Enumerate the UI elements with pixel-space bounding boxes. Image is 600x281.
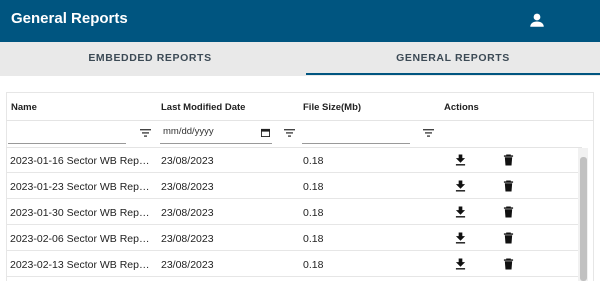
delete-icon[interactable] — [503, 154, 514, 166]
active-tab-indicator — [306, 73, 600, 75]
delete-icon[interactable] — [503, 258, 514, 270]
table-row[interactable]: 2023-02-06 Sector WB Report.xlsx 23/08/2… — [6, 225, 582, 251]
download-icon[interactable] — [455, 180, 466, 192]
table-row[interactable]: 2023-01-16 Sector WB Report.xlsx 23/08/2… — [6, 147, 582, 173]
modified-date-cell: 23/08/2023 — [161, 155, 214, 167]
column-header-name[interactable]: Name — [11, 102, 37, 113]
user-icon[interactable] — [528, 11, 546, 29]
tab-general-reports[interactable]: GENERAL REPORTS — [306, 42, 600, 76]
reports-table: Name Last Modified Date File Size(Mb) Ac… — [6, 92, 594, 281]
name-filter-input[interactable] — [8, 120, 126, 144]
date-filter-placeholder: mm/dd/yyyy — [163, 126, 214, 137]
delete-icon[interactable] — [503, 180, 514, 192]
modified-date-cell: 23/08/2023 — [161, 181, 214, 193]
tab-embedded-reports[interactable]: EMBEDDED REPORTS — [0, 42, 300, 76]
download-icon[interactable] — [455, 258, 466, 270]
filter-icon[interactable] — [284, 129, 295, 137]
download-icon[interactable] — [455, 232, 466, 244]
file-size-cell: 0.18 — [303, 259, 324, 271]
column-header-last-modified[interactable]: Last Modified Date — [161, 102, 245, 113]
app-header: General Reports — [0, 0, 600, 42]
file-name-cell: 2023-01-16 Sector WB Report.xlsx — [10, 155, 152, 167]
delete-icon[interactable] — [503, 206, 514, 218]
table-row[interactable]: 2023-01-23 Sector WB Report.xlsx 23/08/2… — [6, 173, 582, 199]
file-size-cell: 0.18 — [303, 181, 324, 193]
modified-date-cell: 23/08/2023 — [161, 207, 214, 219]
delete-icon[interactable] — [503, 232, 514, 244]
download-icon[interactable] — [455, 206, 466, 218]
file-size-cell: 0.18 — [303, 207, 324, 219]
filter-icon[interactable] — [140, 129, 151, 137]
report-tabs: EMBEDDED REPORTS GENERAL REPORTS — [0, 42, 600, 76]
file-name-cell: 2023-02-13 Sector WB Report.xlsx — [10, 259, 152, 271]
modified-date-cell: 23/08/2023 — [161, 233, 214, 245]
page-title: General Reports — [11, 10, 128, 27]
size-filter-input[interactable] — [302, 120, 410, 144]
table-row[interactable]: 2023-01-30 Sector WB Report.xlsx 23/08/2… — [6, 199, 582, 225]
table-row[interactable]: 2023-02-13 Sector WB Report.xlsx 23/08/2… — [6, 251, 582, 277]
filter-icon[interactable] — [423, 129, 434, 137]
file-name-cell: 2023-01-30 Sector WB Report.xlsx — [10, 207, 152, 219]
file-size-cell: 0.18 — [303, 233, 324, 245]
download-icon[interactable] — [455, 154, 466, 166]
column-header-file-size[interactable]: File Size(Mb) — [303, 102, 361, 113]
column-header-actions: Actions — [444, 102, 479, 113]
scrollbar-thumb[interactable] — [580, 157, 587, 281]
file-size-cell: 0.18 — [303, 155, 324, 167]
file-name-cell: 2023-01-23 Sector WB Report.xlsx — [10, 181, 152, 193]
calendar-icon[interactable] — [261, 128, 270, 137]
modified-date-cell: 23/08/2023 — [161, 259, 214, 271]
file-name-cell: 2023-02-06 Sector WB Report.xlsx — [10, 233, 152, 245]
